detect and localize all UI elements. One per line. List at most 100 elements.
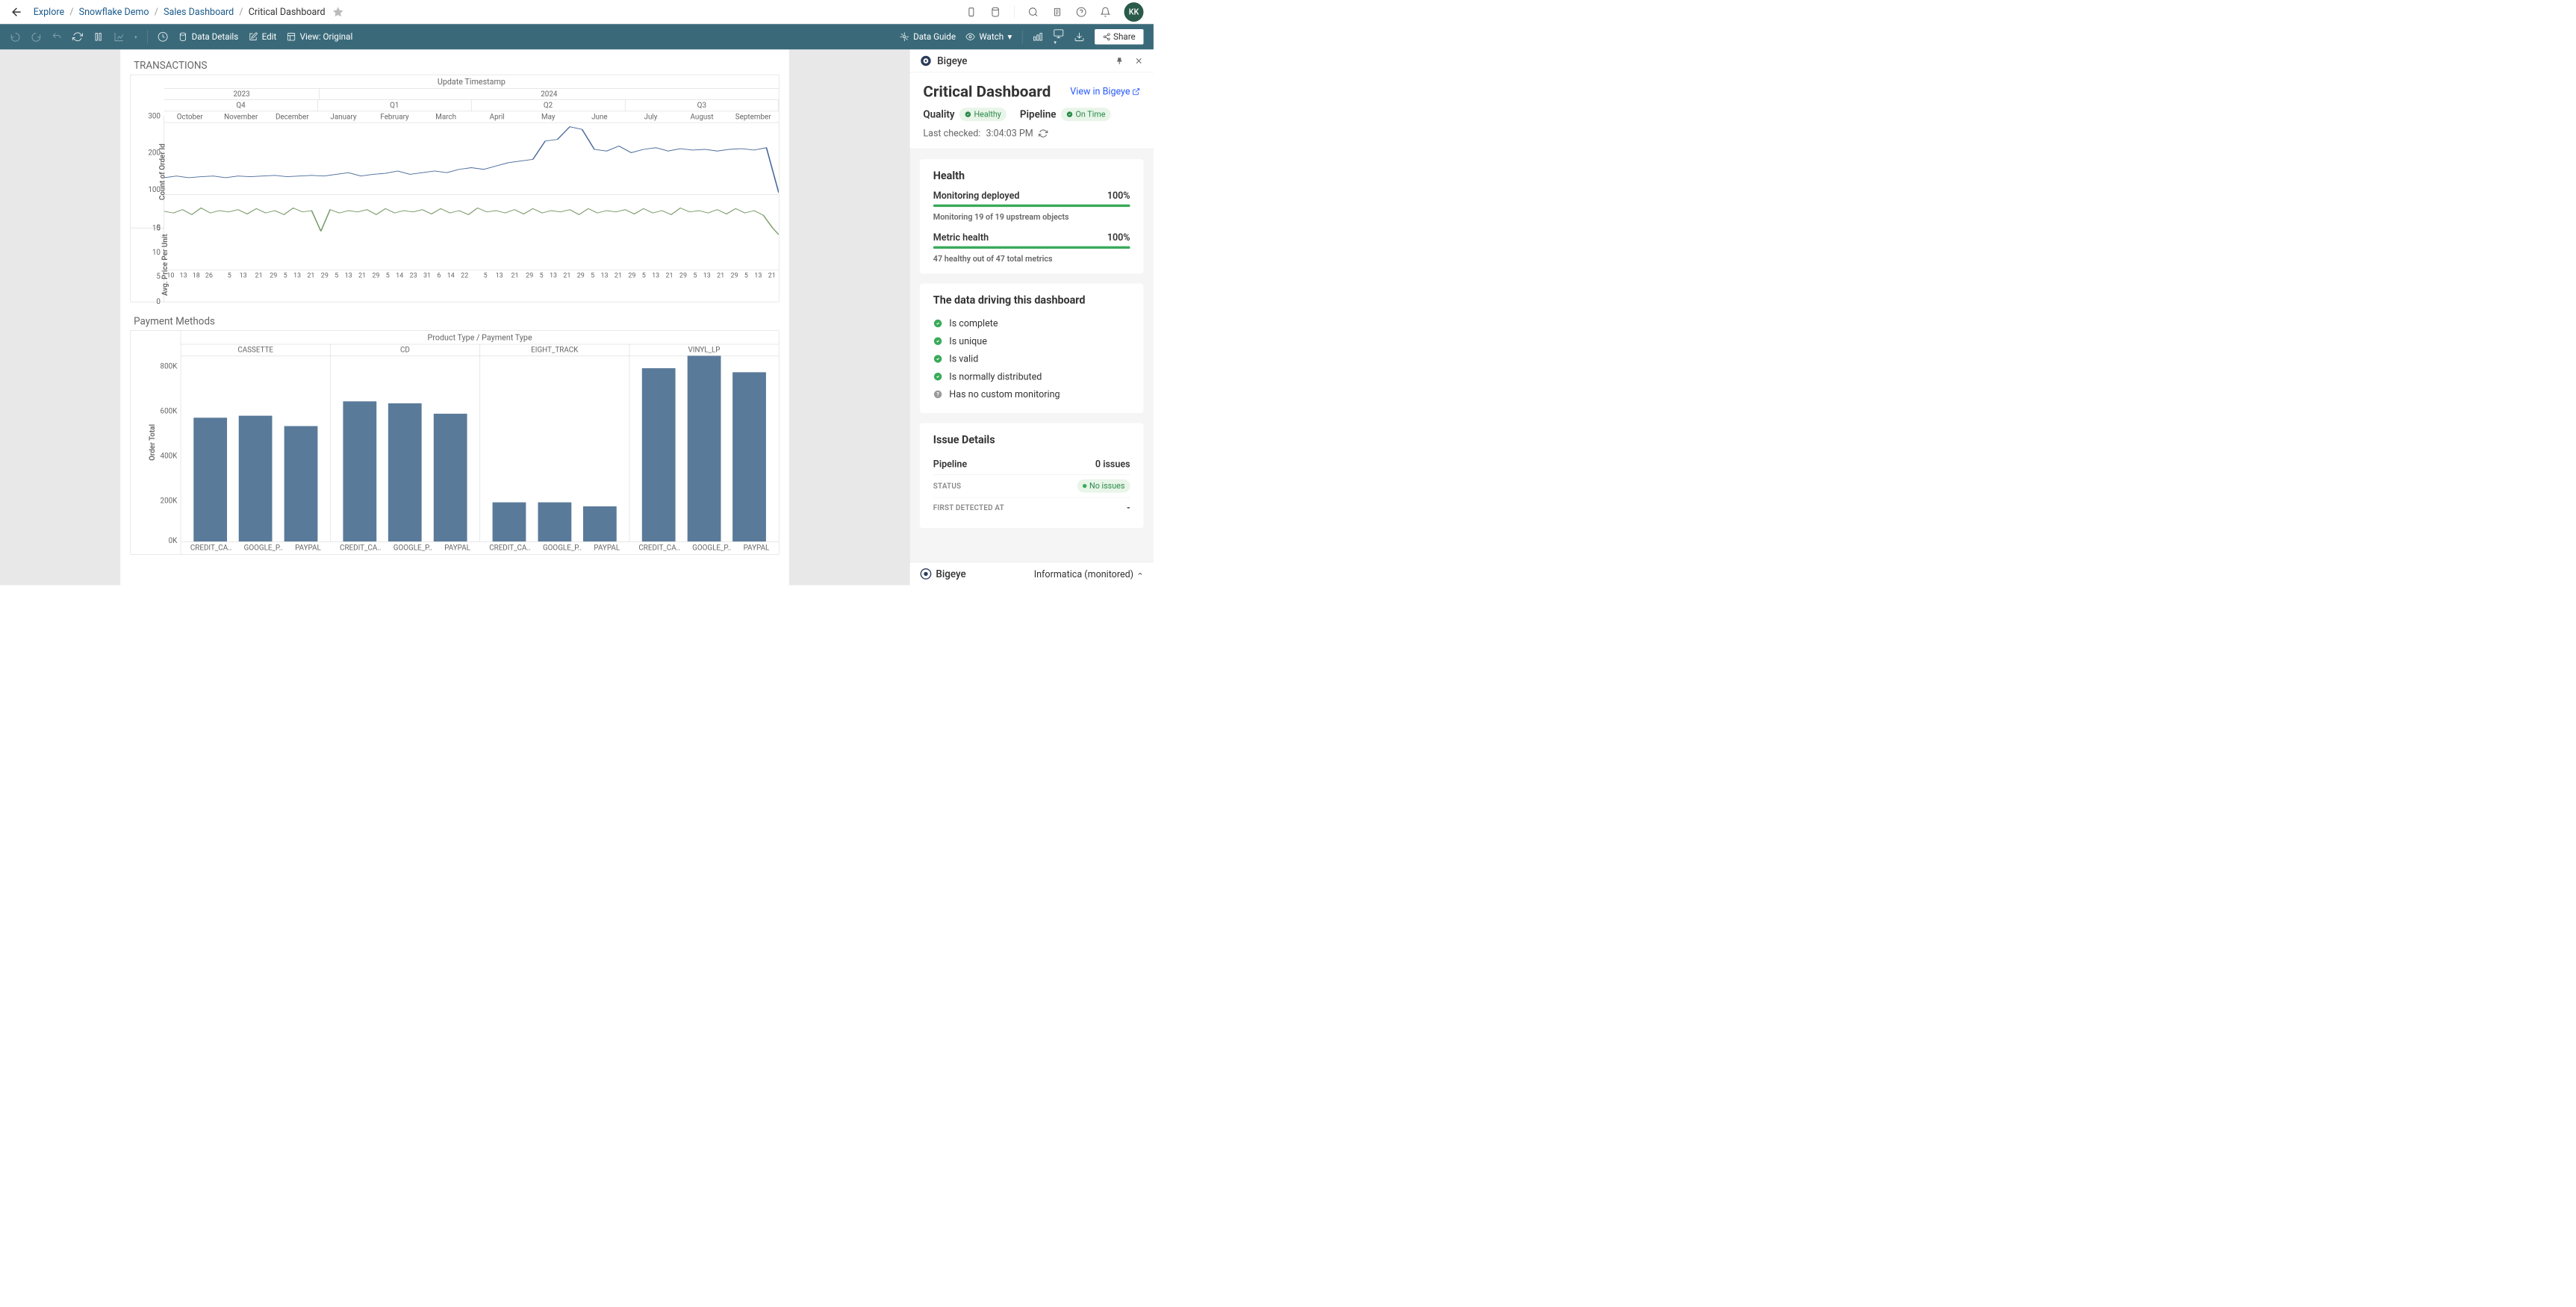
dashboard-name: Critical Dashboard bbox=[923, 83, 1051, 102]
tx-plot-bottom bbox=[164, 195, 779, 270]
yaxis-tick: 5 bbox=[156, 273, 161, 281]
tx-year-row: 2023 2024 bbox=[164, 89, 779, 100]
yaxis-tick: 0K bbox=[169, 536, 178, 544]
bar bbox=[388, 403, 422, 541]
bar bbox=[239, 416, 273, 541]
data-details-button[interactable]: Data Details bbox=[178, 32, 239, 42]
breadcrumb-snowflake[interactable]: Snowflake Demo bbox=[79, 7, 149, 18]
issues-card: Issue Details Pipeline 0 issues STATUS N… bbox=[920, 423, 1144, 529]
footer-logo: Bigeye bbox=[920, 568, 966, 580]
share-button[interactable]: Share bbox=[1095, 29, 1143, 45]
pipeline-block: Pipeline On Time bbox=[1020, 108, 1111, 121]
share-label: Share bbox=[1113, 32, 1136, 42]
bar-group bbox=[331, 356, 480, 541]
breadcrumb-explore[interactable]: Explore bbox=[34, 7, 64, 18]
month-cell: January bbox=[318, 111, 370, 122]
bar bbox=[732, 373, 766, 541]
back-arrow-icon[interactable] bbox=[10, 5, 23, 19]
payment-section: Payment Methods Order Total 800K 600K 40… bbox=[131, 315, 780, 554]
tx-main: Update Timestamp 2023 2024 Q4 Q1 Q2 Q3 O… bbox=[164, 75, 779, 302]
transactions-section: TRANSACTIONS Count of Order Id 300 200 1… bbox=[131, 60, 780, 302]
pm-plot bbox=[181, 356, 779, 541]
yaxis-tick: 600K bbox=[161, 407, 178, 415]
watch-button[interactable]: Watch ▾ bbox=[965, 32, 1012, 42]
xaxis-cell: 51321 bbox=[471, 271, 523, 279]
transactions-chart[interactable]: Count of Order Id 300 200 100 0 Avg. Pri… bbox=[131, 75, 780, 302]
view-link-label: View in Bigeye bbox=[1070, 86, 1130, 97]
yaxis-tick: 10 bbox=[152, 248, 161, 256]
category-cell: CASSETTE bbox=[181, 344, 330, 356]
xaxis-group: CREDIT_CA..GOOGLE_P..PAYPAL bbox=[480, 541, 629, 554]
revert-icon[interactable] bbox=[52, 31, 62, 42]
issue-detected-label: FIRST DETECTED AT bbox=[933, 503, 1004, 512]
pm-cat-row: CASSETTECDEIGHT_TRACKVINYL_LP bbox=[181, 344, 779, 356]
xaxis-cell: 3161422 bbox=[420, 271, 472, 279]
check-item: ?Has no custom monitoring bbox=[933, 385, 1130, 403]
database-icon[interactable] bbox=[990, 7, 1001, 17]
present-icon[interactable]: ▾ bbox=[1053, 28, 1063, 46]
notifications-icon[interactable] bbox=[1100, 7, 1110, 17]
xaxis-cell: 2951321 bbox=[267, 271, 318, 279]
top-right-icons: KK bbox=[966, 2, 1144, 22]
xaxis-group: CREDIT_CA..GOOGLE_P..PAYPAL bbox=[330, 541, 479, 554]
xaxis-cell: 2951321 bbox=[727, 271, 779, 279]
metrics-icon[interactable] bbox=[1033, 31, 1043, 42]
user-avatar[interactable]: KK bbox=[1124, 2, 1144, 22]
month-cell: September bbox=[727, 111, 779, 122]
check-item-label: Is normally distributed bbox=[949, 371, 1042, 382]
footer-brand-text: Bigeye bbox=[936, 568, 965, 580]
qtr-cell: Q3 bbox=[625, 100, 779, 111]
close-icon[interactable] bbox=[1134, 56, 1144, 66]
edit-button[interactable]: Edit bbox=[249, 32, 277, 42]
undo-icon[interactable] bbox=[10, 31, 20, 42]
dashboard-area: TRANSACTIONS Count of Order Id 300 200 1… bbox=[0, 49, 909, 585]
month-cell: December bbox=[267, 111, 318, 122]
dashboard-content: TRANSACTIONS Count of Order Id 300 200 1… bbox=[120, 49, 789, 585]
qtr-cell: Q1 bbox=[318, 100, 472, 111]
month-cell: June bbox=[574, 111, 626, 122]
data-guide-button[interactable]: Data Guide bbox=[900, 32, 956, 42]
payment-chart[interactable]: Order Total 800K 600K 400K 200K 0K Produ… bbox=[131, 330, 780, 554]
last-checked-label: Last checked: bbox=[923, 128, 980, 139]
refresh-icon[interactable] bbox=[72, 31, 83, 42]
watch-label: Watch bbox=[979, 32, 1004, 42]
refresh-icon[interactable] bbox=[1039, 128, 1048, 138]
sidebar-brand: Bigeye bbox=[937, 55, 967, 67]
pause-icon[interactable] bbox=[93, 31, 103, 42]
tx-qtr-row: Q4 Q1 Q2 Q3 bbox=[164, 100, 779, 111]
download-icon[interactable] bbox=[1074, 31, 1084, 42]
toolbar: ▾ Data Details Edit View: Original Data … bbox=[0, 24, 1154, 49]
category-cell: EIGHT_TRACK bbox=[480, 344, 629, 356]
chevron-down-icon[interactable]: ▾ bbox=[134, 34, 137, 40]
search-icon[interactable] bbox=[1028, 7, 1039, 17]
view-button[interactable]: View: Original bbox=[287, 32, 353, 42]
performance-icon[interactable] bbox=[158, 31, 168, 42]
quality-label: Quality bbox=[923, 108, 954, 120]
status-value-text: No issues bbox=[1089, 481, 1124, 491]
redo-icon[interactable] bbox=[31, 31, 41, 42]
clipboard-icon[interactable] bbox=[1052, 7, 1063, 17]
view-in-bigeye-link[interactable]: View in Bigeye bbox=[1070, 86, 1140, 97]
favorite-star-icon[interactable] bbox=[332, 6, 344, 18]
pin-icon[interactable] bbox=[1115, 56, 1124, 66]
bar-group bbox=[181, 356, 330, 541]
issue-status-label: STATUS bbox=[933, 482, 961, 490]
check-item: Is unique bbox=[933, 332, 1130, 350]
xaxis-cell: 10131826 bbox=[164, 271, 216, 279]
yaxis-tick: 15 bbox=[152, 224, 161, 232]
year-cell: 2024 bbox=[320, 89, 779, 100]
footer-source-dropdown[interactable]: Informatica (monitored) bbox=[1034, 568, 1144, 580]
transactions-title: TRANSACTIONS bbox=[131, 60, 780, 72]
tx-plot-top bbox=[164, 122, 779, 194]
check-circle-icon bbox=[1066, 111, 1073, 118]
check-item-label: Has no custom monitoring bbox=[949, 388, 1060, 400]
month-cell: April bbox=[471, 111, 523, 122]
yaxis-tick: 400K bbox=[161, 452, 178, 460]
payment-title: Payment Methods bbox=[131, 315, 780, 327]
help-icon[interactable] bbox=[1076, 7, 1086, 17]
breadcrumb-sales[interactable]: Sales Dashboard bbox=[164, 7, 234, 18]
device-icon[interactable] bbox=[966, 7, 977, 17]
breadcrumb-sep: / bbox=[155, 7, 158, 18]
history-icon[interactable] bbox=[113, 31, 124, 42]
sidebar-body: Health Monitoring deployed 100% Monitori… bbox=[909, 149, 1153, 562]
